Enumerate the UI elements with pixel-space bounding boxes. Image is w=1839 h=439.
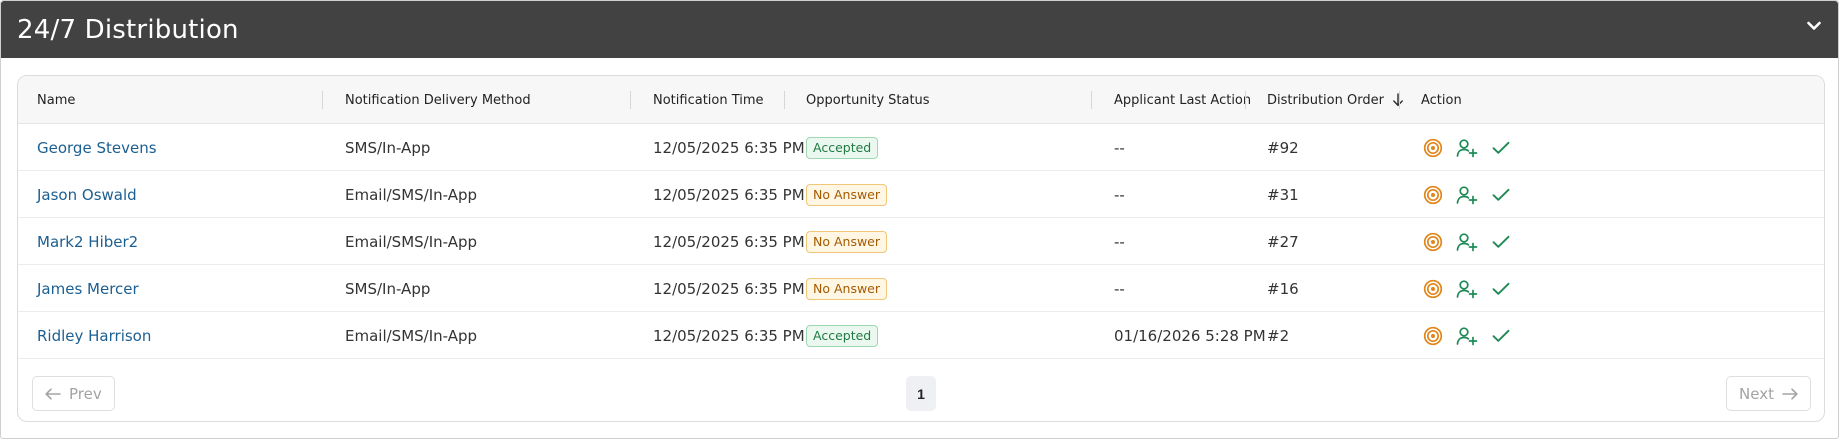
distribution-order: #31 (1267, 185, 1299, 204)
column-divider (1245, 91, 1246, 109)
column-divider (1399, 91, 1400, 109)
column-header-distribution-order-label: Distribution Order (1267, 92, 1384, 108)
arrow-down-icon[interactable] (1392, 93, 1404, 107)
notification-time: 12/05/2025 6:35 PM (653, 185, 805, 204)
applicant-name-link[interactable]: Ridley Harrison (37, 327, 151, 345)
status-badge: Accepted (806, 324, 879, 347)
distribution-table-card: Name Notification Delivery Method Notifi… (17, 75, 1825, 422)
status-badge: Accepted (806, 136, 879, 159)
distribution-order: #2 (1267, 326, 1290, 345)
applicant-name-link[interactable]: Mark2 Hiber2 (37, 233, 138, 251)
prev-label: Prev (69, 384, 102, 403)
column-divider (630, 91, 631, 109)
notification-time: 12/05/2025 6:35 PM (653, 232, 805, 251)
delivery-method: SMS/In-App (345, 138, 431, 157)
applicant-name-link[interactable]: James Mercer (37, 280, 139, 298)
column-header-delivery-method[interactable]: Notification Delivery Method (345, 76, 531, 124)
delivery-method: SMS/In-App (345, 279, 431, 298)
pagination: Prev 1 Next (18, 364, 1824, 421)
applicant-last-action: -- (1114, 279, 1125, 298)
checkmark-icon[interactable] (1490, 278, 1512, 300)
add-user-icon[interactable] (1456, 325, 1478, 347)
add-user-icon[interactable] (1456, 278, 1478, 300)
table-row: George Stevens SMS/In-App 12/05/2025 6:3… (18, 124, 1824, 171)
add-user-icon[interactable] (1456, 231, 1478, 253)
table-row: Mark2 Hiber2 Email/SMS/In-App 12/05/2025… (18, 218, 1824, 265)
notification-time: 12/05/2025 6:35 PM (653, 138, 805, 157)
applicant-last-action: -- (1114, 138, 1125, 157)
notification-time: 12/05/2025 6:35 PM (653, 279, 805, 298)
target-icon[interactable] (1422, 184, 1444, 206)
status-badge: No Answer (806, 183, 888, 206)
table-row: James Mercer SMS/In-App 12/05/2025 6:35 … (18, 265, 1824, 312)
notification-time: 12/05/2025 6:35 PM (653, 326, 805, 345)
column-header-notification-time[interactable]: Notification Time (653, 76, 764, 124)
applicant-last-action: -- (1114, 232, 1125, 251)
panel-title: 24/7 Distribution (17, 14, 239, 45)
arrow-left-icon (45, 387, 61, 400)
next-button[interactable]: Next (1726, 376, 1811, 411)
checkmark-icon[interactable] (1490, 184, 1512, 206)
distribution-panel: 24/7 Distribution Name Notification Deli… (0, 0, 1839, 439)
applicant-name-link[interactable]: George Stevens (37, 139, 157, 157)
arrow-right-icon (1782, 387, 1798, 400)
chevron-down-icon[interactable] (1804, 16, 1824, 36)
delivery-method: Email/SMS/In-App (345, 326, 478, 345)
column-header-distribution-order[interactable]: Distribution Order (1267, 76, 1404, 124)
status-badge: No Answer (806, 230, 888, 253)
column-divider (322, 91, 323, 109)
status-badge: No Answer (806, 277, 888, 300)
column-header-applicant-last-action[interactable]: Applicant Last Action (1114, 76, 1251, 124)
target-icon[interactable] (1422, 231, 1444, 253)
column-divider (784, 91, 785, 109)
next-label: Next (1739, 384, 1774, 403)
prev-button[interactable]: Prev (32, 376, 115, 411)
applicant-last-action: -- (1114, 185, 1125, 204)
distribution-order: #92 (1267, 138, 1299, 157)
delivery-method: Email/SMS/In-App (345, 185, 478, 204)
applicant-name-link[interactable]: Jason Oswald (37, 186, 137, 204)
column-header-action: Action (1421, 92, 1462, 108)
page-number-current[interactable]: 1 (906, 376, 936, 411)
panel-header: 24/7 Distribution (1, 1, 1838, 58)
add-user-icon[interactable] (1456, 184, 1478, 206)
table-row: Jason Oswald Email/SMS/In-App 12/05/2025… (18, 171, 1824, 218)
distribution-order: #16 (1267, 279, 1299, 298)
distribution-order: #27 (1267, 232, 1299, 251)
target-icon[interactable] (1422, 325, 1444, 347)
add-user-icon[interactable] (1456, 137, 1478, 159)
checkmark-icon[interactable] (1490, 231, 1512, 253)
applicant-last-action: 01/16/2026 5:28 PM (1114, 326, 1266, 345)
column-header-opportunity-status[interactable]: Opportunity Status (806, 76, 930, 124)
column-divider (1091, 91, 1092, 109)
column-header-name[interactable]: Name (37, 76, 75, 124)
target-icon[interactable] (1422, 278, 1444, 300)
checkmark-icon[interactable] (1490, 137, 1512, 159)
table-header: Name Notification Delivery Method Notifi… (18, 76, 1824, 124)
target-icon[interactable] (1422, 137, 1444, 159)
delivery-method: Email/SMS/In-App (345, 232, 478, 251)
table-row: Ridley Harrison Email/SMS/In-App 12/05/2… (18, 312, 1824, 359)
checkmark-icon[interactable] (1490, 325, 1512, 347)
